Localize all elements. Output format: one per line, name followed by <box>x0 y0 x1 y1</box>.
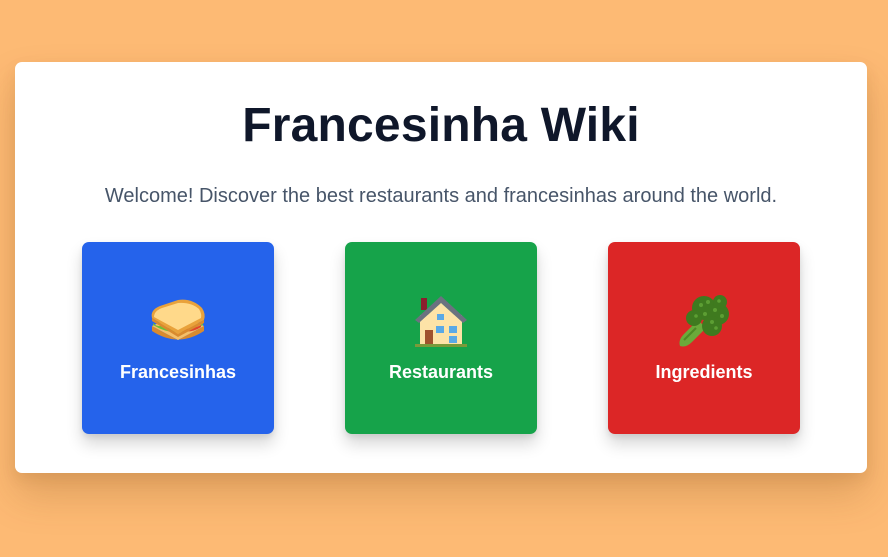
tile-restaurants[interactable]: Restaurants <box>345 242 537 434</box>
tile-francesinhas[interactable]: Francesinhas <box>82 242 274 434</box>
tile-ingredients[interactable]: Ingredients <box>608 242 800 434</box>
page-title: Francesinha Wiki <box>242 99 640 152</box>
house-icon <box>415 296 467 347</box>
tile-label: Francesinhas <box>119 362 237 382</box>
sandwich-icon <box>151 299 205 340</box>
page-subtitle: Welcome! Discover the best restaurants a… <box>104 185 778 207</box>
main-card: Francesinha Wiki Welcome! Discover the b… <box>15 62 867 473</box>
tile-label: Restaurants <box>388 362 494 382</box>
broccoli-icon <box>679 295 729 347</box>
tile-label: Ingredients <box>655 362 753 382</box>
